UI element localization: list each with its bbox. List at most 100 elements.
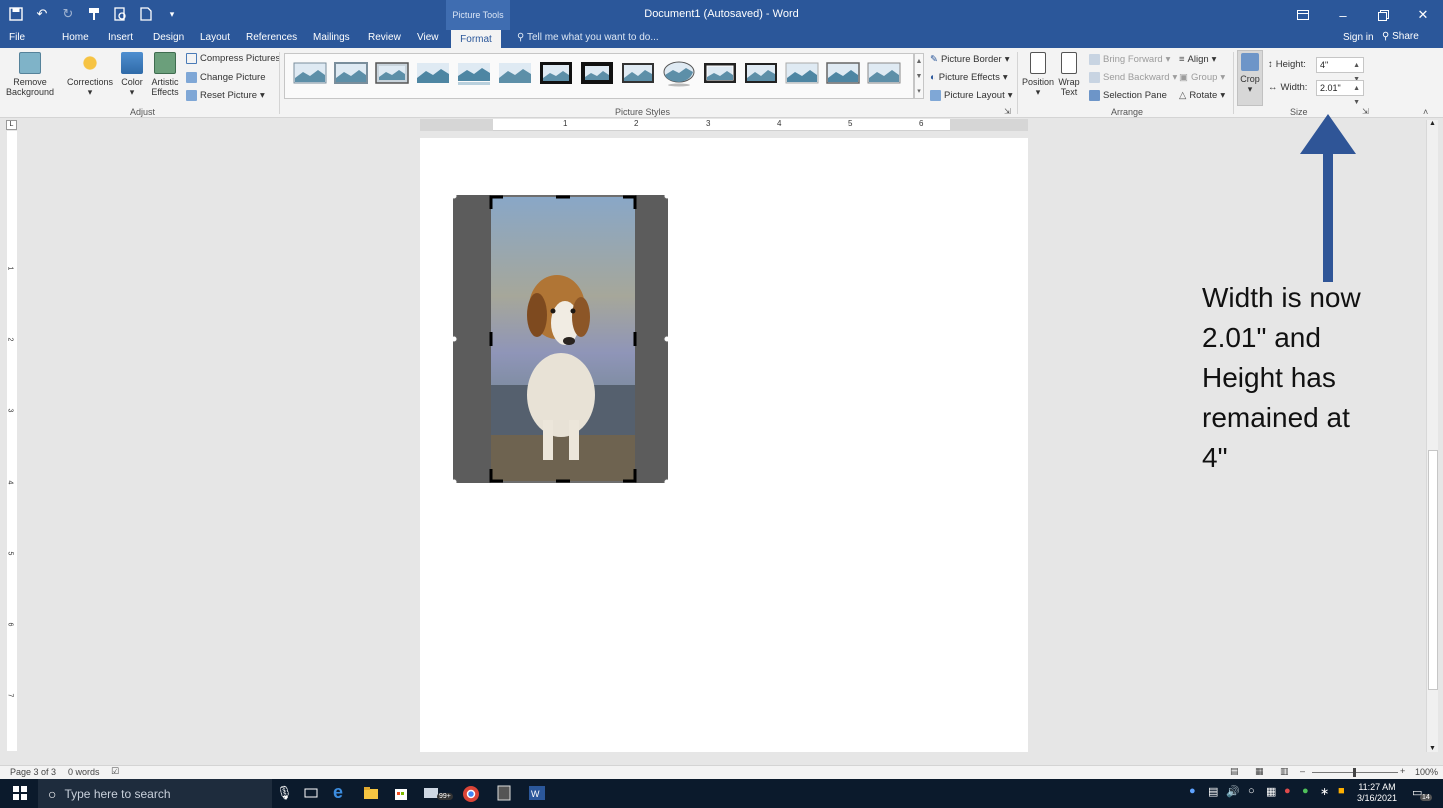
picture-style-thumb[interactable]	[826, 59, 860, 87]
scroll-down-icon[interactable]: ▼	[1429, 745, 1436, 752]
picture-style-thumb[interactable]	[621, 59, 655, 87]
word-taskbar-icon[interactable]: W	[528, 785, 546, 803]
zoom-slider-thumb[interactable]	[1353, 768, 1356, 777]
picture-style-thumb[interactable]	[539, 59, 573, 87]
reset-picture-button[interactable]: Reset Picture ▾	[186, 90, 265, 101]
tab-design[interactable]: Design	[153, 32, 184, 43]
task-view-icon[interactable]	[303, 785, 321, 803]
picture-style-thumb[interactable]	[867, 59, 901, 87]
remove-background-button[interactable]: Remove Background	[6, 52, 54, 97]
ribbon: Remove Background Corrections ▾ Color ▾ …	[0, 48, 1443, 118]
close-icon[interactable]: ✕	[1403, 0, 1443, 30]
read-mode-icon[interactable]: ▤	[1230, 766, 1239, 777]
calculator-icon[interactable]	[496, 785, 514, 803]
tab-file[interactable]: File	[9, 32, 25, 43]
gallery-scroll[interactable]: ▲ ▼ ▾	[914, 53, 924, 99]
width-field[interactable]: 2.01" ▲ ▼	[1316, 80, 1364, 106]
picture-style-thumb[interactable]	[457, 59, 491, 87]
minimize-icon[interactable]: –	[1323, 0, 1363, 30]
proofing-icon[interactable]: ☑	[111, 766, 119, 777]
scrollbar-thumb[interactable]	[1428, 450, 1438, 690]
vertical-ruler[interactable]: 1 2 3 4 5 6 7	[6, 131, 17, 751]
zoom-out-icon[interactable]: –	[1300, 766, 1305, 776]
crop-label: Crop	[1240, 74, 1260, 84]
cropped-picture[interactable]	[450, 192, 671, 486]
edge-icon[interactable]: e	[333, 782, 351, 802]
tray-icon[interactable]: ●	[1302, 785, 1320, 803]
picture-style-thumb[interactable]	[744, 59, 778, 87]
sign-in-link[interactable]: Sign in	[1343, 32, 1374, 43]
tab-selector[interactable]: L	[6, 120, 17, 130]
picture-style-thumb[interactable]	[703, 59, 737, 87]
selection-pane-button[interactable]: Selection Pane	[1089, 90, 1167, 101]
ribbon-display-options-icon[interactable]	[1283, 0, 1323, 30]
picture-layout-button[interactable]: Picture Layout ▾	[930, 90, 1013, 101]
color-button[interactable]: Color ▾	[118, 52, 146, 97]
send-backward-button[interactable]: Send Backward ▾	[1089, 72, 1177, 83]
group-button[interactable]: ▣ Group ▾	[1179, 72, 1225, 83]
tab-format[interactable]: Format	[451, 30, 501, 48]
horizontal-ruler[interactable]: 1 2 3 4 5 6 7	[420, 119, 1028, 131]
tray-app-icon[interactable]: ●	[1189, 785, 1207, 803]
tab-references[interactable]: References	[246, 32, 297, 43]
picture-style-thumb[interactable]	[375, 59, 409, 87]
word-count[interactable]: 0 words	[68, 767, 100, 777]
tab-home[interactable]: Home	[62, 32, 89, 43]
network-icon[interactable]: ▤	[1208, 785, 1226, 803]
zoom-in-icon[interactable]: +	[1400, 766, 1405, 776]
picture-style-thumb[interactable]	[334, 59, 368, 87]
wrap-text-button[interactable]: Wrap Text	[1057, 52, 1081, 97]
chrome-icon[interactable]	[462, 785, 480, 803]
picture-style-thumb[interactable]	[580, 59, 614, 87]
dialog-launcher-icon[interactable]: ⇲	[1004, 107, 1011, 116]
scroll-up-icon[interactable]: ▲	[1429, 120, 1436, 127]
file-explorer-icon[interactable]	[363, 785, 381, 803]
rotate-button[interactable]: △ Rotate ▾	[1179, 90, 1225, 101]
dialog-launcher-icon[interactable]: ⇲	[1362, 107, 1369, 116]
align-button[interactable]: ≡ Align ▾	[1179, 54, 1216, 65]
tray-icon[interactable]: ▦	[1266, 785, 1284, 803]
change-picture-button[interactable]: Change Picture	[186, 72, 265, 83]
crop-button[interactable]: Crop ▾	[1237, 50, 1263, 106]
height-field[interactable]: 4"▲▼	[1316, 57, 1364, 83]
picture-border-button[interactable]: ✎ Picture Border ▾	[930, 54, 1009, 65]
taskbar-search[interactable]: ○ Type here to search	[38, 779, 272, 808]
tray-icon[interactable]: ○	[1248, 785, 1266, 803]
picture-style-thumb[interactable]	[293, 59, 327, 87]
artistic-effects-button[interactable]: Artistic Effects	[147, 52, 183, 97]
picture-style-thumb[interactable]	[498, 59, 532, 87]
zoom-level[interactable]: 100%	[1415, 767, 1438, 777]
tray-icon[interactable]: ●	[1284, 785, 1302, 803]
picture-style-thumb[interactable]	[416, 59, 450, 87]
store-icon[interactable]	[393, 785, 411, 803]
picture-effects-button[interactable]: ◐ Picture Effects ▾	[930, 72, 1008, 83]
compress-pictures-button[interactable]: Compress Pictures	[186, 53, 280, 64]
bring-forward-button[interactable]: Bring Forward ▾	[1089, 54, 1170, 65]
volume-icon[interactable]: 🔊	[1226, 785, 1244, 803]
collapse-ribbon-icon[interactable]: ˄	[1423, 107, 1428, 117]
corrections-button[interactable]: Corrections ▾	[65, 52, 115, 97]
align-icon: ≡	[1179, 54, 1185, 65]
tab-view[interactable]: View	[417, 32, 439, 43]
bluetooth-icon[interactable]: ∗	[1320, 785, 1338, 803]
share-button[interactable]: ⚲ Share	[1382, 31, 1419, 42]
tab-layout[interactable]: Layout	[200, 32, 230, 43]
tab-insert[interactable]: Insert	[108, 32, 133, 43]
web-layout-icon[interactable]: ▥	[1280, 766, 1289, 777]
vertical-scrollbar[interactable]: ▲ ▼	[1426, 120, 1438, 752]
width-spinner[interactable]: ▲ ▼	[1353, 82, 1360, 110]
tab-mailings[interactable]: Mailings	[313, 32, 350, 43]
windows-start-icon[interactable]	[12, 785, 30, 803]
clock[interactable]: 11:27 AM 3/16/2021	[1355, 782, 1399, 804]
picture-style-thumb[interactable]	[785, 59, 819, 87]
picture-style-thumb[interactable]	[662, 59, 696, 87]
tray-icon[interactable]: ■	[1338, 785, 1356, 803]
tab-review[interactable]: Review	[368, 32, 401, 43]
restore-icon[interactable]	[1363, 0, 1403, 30]
page-count[interactable]: Page 3 of 3	[10, 767, 56, 777]
microphone-icon[interactable]: 🎙	[276, 785, 294, 803]
print-layout-icon[interactable]: ▦	[1255, 766, 1264, 777]
notification-count: 14	[1420, 794, 1432, 801]
position-button[interactable]: Position ▾	[1019, 52, 1057, 97]
tell-me-search[interactable]: ⚲ Tell me what you want to do...	[517, 32, 659, 43]
